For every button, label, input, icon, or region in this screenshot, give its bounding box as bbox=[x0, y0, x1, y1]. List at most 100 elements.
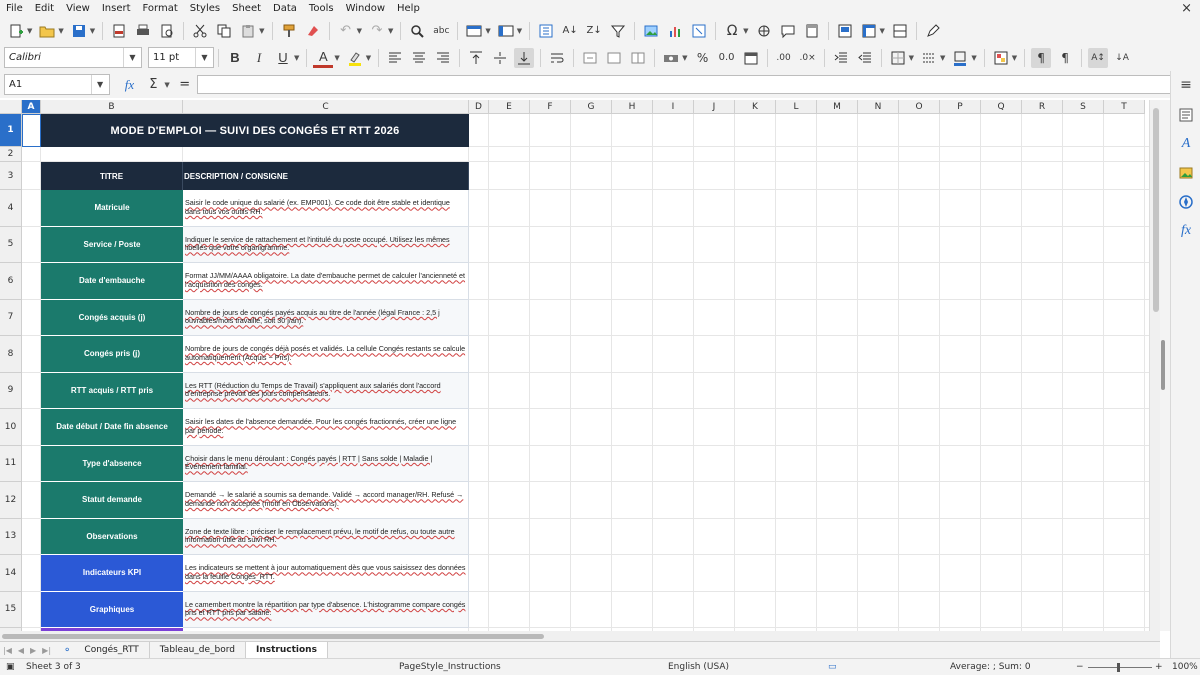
styles-icon[interactable]: A bbox=[1176, 134, 1196, 154]
borders-dropdown-icon[interactable]: ▼ bbox=[909, 54, 914, 62]
sort-descending-icon[interactable]: Z↓ bbox=[584, 21, 604, 41]
sum-dropdown-icon[interactable]: ▼ bbox=[164, 81, 169, 89]
undo-icon[interactable]: ↶ bbox=[336, 21, 356, 41]
merge-cells-icon[interactable] bbox=[604, 48, 624, 68]
redo-icon[interactable]: ↷ bbox=[367, 21, 387, 41]
increase-indent-icon[interactable] bbox=[831, 48, 851, 68]
column-header-i[interactable]: I bbox=[653, 100, 694, 114]
font-name-dropdown-icon[interactable]: ▼ bbox=[123, 48, 141, 67]
export-pdf-icon[interactable] bbox=[109, 21, 129, 41]
row-label[interactable]: Service / Poste bbox=[41, 226, 183, 263]
print-preview-icon[interactable] bbox=[157, 21, 177, 41]
freeze-dropdown-icon[interactable]: ▼ bbox=[880, 27, 885, 35]
special-character-icon[interactable]: Ω bbox=[722, 21, 742, 41]
font-color-icon[interactable]: A bbox=[313, 48, 334, 68]
zoom-level[interactable]: 100% bbox=[1172, 662, 1198, 672]
row-header-8[interactable]: 8 bbox=[0, 336, 22, 373]
highlight-dropdown-icon[interactable]: ▼ bbox=[366, 54, 371, 62]
column-header-s[interactable]: S bbox=[1063, 100, 1104, 114]
next-sheet-icon[interactable]: ▶ bbox=[27, 646, 39, 655]
row-header-6[interactable]: 6 bbox=[0, 263, 22, 300]
menu-sheet[interactable]: Sheet bbox=[226, 0, 267, 17]
decrease-indent-icon[interactable] bbox=[855, 48, 875, 68]
new-document-icon[interactable] bbox=[6, 21, 26, 41]
previous-sheet-icon[interactable]: ◀ bbox=[15, 646, 27, 655]
currency-format-icon[interactable] bbox=[661, 48, 681, 68]
currency-dropdown-icon[interactable]: ▼ bbox=[682, 54, 687, 62]
open-dropdown-icon[interactable]: ▼ bbox=[58, 27, 63, 35]
align-top-icon[interactable] bbox=[466, 48, 486, 68]
center-vertically-icon[interactable] bbox=[490, 48, 510, 68]
row-description[interactable]: Format JJ/MM/AAAA obligatoire. La date d… bbox=[183, 263, 469, 300]
column-header-q[interactable]: Q bbox=[981, 100, 1022, 114]
selection-mode-icon[interactable]: ▭ bbox=[828, 662, 837, 672]
column-header-o[interactable]: O bbox=[899, 100, 940, 114]
conditional-format-icon[interactable] bbox=[991, 48, 1011, 68]
row-label[interactable]: Type d'absence bbox=[41, 445, 183, 482]
clone-formatting-icon[interactable] bbox=[279, 21, 299, 41]
open-folder-icon[interactable] bbox=[37, 21, 57, 41]
pivot-table-icon[interactable] bbox=[689, 21, 709, 41]
column-header-f[interactable]: F bbox=[530, 100, 571, 114]
zoom-out-icon[interactable]: − bbox=[1076, 662, 1084, 672]
clear-formatting-icon[interactable] bbox=[303, 21, 323, 41]
column-header-l[interactable]: L bbox=[776, 100, 817, 114]
wrap-text-icon[interactable] bbox=[547, 48, 567, 68]
row-description[interactable]: Les indicateurs se mettent à jour automa… bbox=[183, 555, 469, 592]
menu-file[interactable]: File bbox=[0, 0, 29, 17]
horizontal-scrollbar[interactable] bbox=[0, 631, 1160, 641]
row-header-12[interactable]: 12 bbox=[0, 482, 22, 519]
name-box-dropdown-icon[interactable]: ▼ bbox=[90, 75, 109, 94]
header-titre[interactable]: TITRE bbox=[41, 162, 183, 190]
gallery-icon[interactable] bbox=[1176, 163, 1196, 183]
font-size-dropdown-icon[interactable]: ▼ bbox=[195, 48, 213, 67]
align-left-icon[interactable] bbox=[385, 48, 405, 68]
find-replace-icon[interactable] bbox=[407, 21, 427, 41]
row-header-4[interactable]: 4 bbox=[0, 190, 22, 227]
sort-ascending-icon[interactable]: A↓ bbox=[560, 21, 580, 41]
row-label[interactable]: Date début / Date fin absence bbox=[41, 409, 183, 446]
navigator-icon[interactable] bbox=[1176, 192, 1196, 212]
row-header-5[interactable]: 5 bbox=[0, 226, 22, 263]
vertical-scrollbar[interactable] bbox=[1149, 100, 1160, 631]
split-window-icon[interactable] bbox=[890, 21, 910, 41]
comment-icon[interactable] bbox=[778, 21, 798, 41]
add-decimal-icon[interactable]: .00 bbox=[774, 48, 794, 68]
sheet-tab-tableau-de-bord[interactable]: Tableau_de_bord bbox=[150, 642, 247, 658]
row-label[interactable]: Matricule bbox=[41, 190, 183, 227]
border-style-icon[interactable] bbox=[919, 48, 939, 68]
border-color-icon[interactable] bbox=[950, 48, 970, 68]
header-description[interactable]: DESCRIPTION / CONSIGNE bbox=[183, 162, 469, 190]
text-direction-rtl-icon[interactable]: ¶ bbox=[1055, 48, 1075, 68]
column-header-r[interactable]: R bbox=[1022, 100, 1063, 114]
sheet-tab-instructions[interactable]: Instructions bbox=[246, 642, 328, 658]
print-icon[interactable] bbox=[133, 21, 153, 41]
sort-icon[interactable] bbox=[536, 21, 556, 41]
page-style[interactable]: PageStyle_Instructions bbox=[399, 662, 501, 672]
first-sheet-icon[interactable]: |◀ bbox=[0, 646, 15, 655]
row-description[interactable]: Nombre de jours de congés déjà posés et … bbox=[183, 336, 469, 373]
row-header-11[interactable]: 11 bbox=[0, 445, 22, 482]
language[interactable]: English (USA) bbox=[668, 662, 729, 672]
column-header-p[interactable]: P bbox=[940, 100, 981, 114]
percent-format-icon[interactable]: % bbox=[693, 48, 713, 68]
menu-tools[interactable]: Tools bbox=[303, 0, 340, 17]
sheet-title[interactable]: MODE D'EMPLOI — SUIVI DES CONGÉS ET RTT … bbox=[41, 114, 469, 147]
row-header-13[interactable]: 13 bbox=[0, 518, 22, 555]
name-box[interactable]: A1 ▼ bbox=[3, 74, 110, 95]
row-description[interactable]: Zone de texte libre : préciser le rempla… bbox=[183, 518, 469, 555]
underline-icon[interactable]: U bbox=[273, 48, 293, 68]
borders-icon[interactable] bbox=[888, 48, 908, 68]
formula-icon[interactable]: = bbox=[175, 75, 195, 95]
highlight-color-icon[interactable] bbox=[345, 48, 365, 68]
text-direction-ltr-icon[interactable]: ¶ bbox=[1031, 47, 1052, 68]
headers-footers-icon[interactable] bbox=[802, 21, 822, 41]
hyperlink-icon[interactable] bbox=[754, 21, 774, 41]
delete-decimal-icon[interactable]: .0× bbox=[798, 48, 818, 68]
sidebar-collapse-handle[interactable] bbox=[1161, 340, 1165, 390]
row-label[interactable]: Congés acquis (j) bbox=[41, 299, 183, 336]
new-dropdown-icon[interactable]: ▼ bbox=[27, 27, 32, 35]
autofilter-icon[interactable] bbox=[608, 21, 628, 41]
row-header-10[interactable]: 10 bbox=[0, 409, 22, 446]
menu-data[interactable]: Data bbox=[267, 0, 303, 17]
